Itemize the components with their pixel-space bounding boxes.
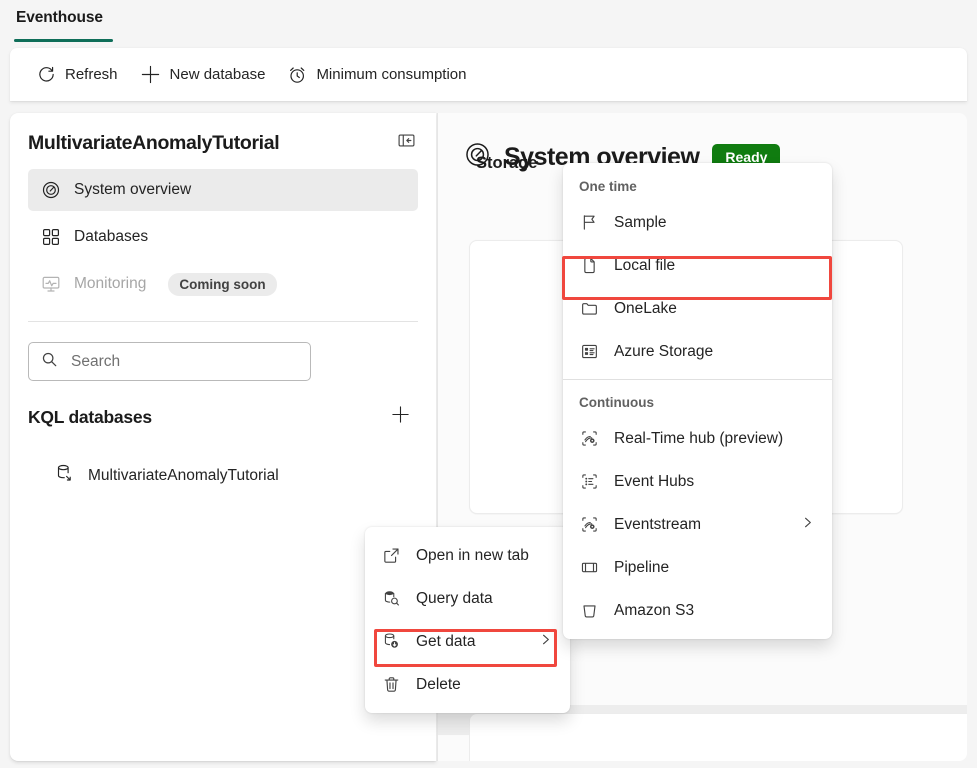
tab-active-underline (14, 39, 113, 42)
sidebar-item-databases[interactable]: Databases (28, 216, 418, 258)
get-data-submenu: One time Sample Local file OneLake Azure… (563, 163, 832, 639)
kql-database-icon (54, 463, 74, 488)
menu-item-label: OneLake (614, 299, 677, 317)
azure-storage-icon (579, 341, 600, 362)
menu-item-delete[interactable]: Delete (365, 663, 570, 706)
menu-item-get-data[interactable]: Get data (365, 620, 570, 663)
menu-item-label: Local file (614, 256, 676, 274)
menu-item-label: Delete (416, 675, 461, 693)
menu-item-label: Pipeline (614, 558, 670, 576)
sidebar-item-system-overview[interactable]: System overview (28, 169, 418, 211)
menu-item-label: Eventstream (614, 515, 702, 533)
plus-icon (140, 64, 161, 85)
trash-icon (381, 674, 402, 695)
sidebar-header: MultivariateAnomalyTutorial (10, 113, 436, 165)
submenu-group-title: One time (579, 179, 637, 194)
menu-item-label: Sample (614, 213, 667, 231)
collapse-pane-icon (397, 131, 416, 155)
add-database-button[interactable] (386, 403, 414, 431)
document-icon (579, 255, 600, 276)
menu-item-label: Query data (416, 589, 493, 607)
menu-item-label: Azure Storage (614, 342, 714, 360)
search-box[interactable] (28, 342, 311, 381)
tab-strip: Eventhouse (0, 0, 977, 46)
app-root: Eventhouse Refresh New database Minimum … (0, 0, 977, 768)
minimum-consumption-label: Minimum consumption (316, 66, 467, 83)
menu-item-pipeline[interactable]: Pipeline (563, 546, 832, 589)
kql-database-label: MultivariateAnomalyTutorial (88, 466, 279, 484)
tab-eventhouse[interactable]: Eventhouse (14, 4, 105, 36)
menu-item-eventstream[interactable]: Eventstream (563, 503, 832, 546)
search-area (10, 322, 436, 381)
refresh-icon (37, 65, 56, 84)
eventstream-icon (579, 514, 600, 535)
minimum-consumption-button[interactable]: Minimum consumption (277, 59, 476, 91)
sidebar-title: MultivariateAnomalyTutorial (28, 131, 280, 154)
chevron-right-icon (800, 515, 815, 535)
bottom-card (469, 713, 967, 761)
sidebar-item-label: Monitoring (74, 275, 147, 292)
menu-item-event-hubs[interactable]: Event Hubs (563, 460, 832, 503)
grid-icon (40, 227, 61, 248)
amazon-s3-icon (579, 600, 600, 621)
menu-item-real-time-hub[interactable]: Real-Time hub (preview) (563, 417, 832, 460)
kql-database-item[interactable]: MultivariateAnomalyTutorial (46, 457, 352, 494)
new-database-button[interactable]: New database (130, 58, 276, 91)
menu-item-label: Real-Time hub (preview) (614, 429, 784, 447)
realtime-hub-icon (579, 428, 600, 449)
new-database-label: New database (169, 66, 266, 83)
refresh-label: Refresh (65, 66, 118, 83)
storage-card-label: Storage (476, 154, 538, 172)
refresh-button[interactable]: Refresh (27, 59, 128, 90)
plus-icon (390, 404, 411, 430)
menu-item-onelake[interactable]: OneLake (563, 287, 832, 330)
sidebar-nav: System overview Databases Monitoring Com… (10, 165, 436, 305)
menu-item-sample[interactable]: Sample (563, 201, 832, 244)
get-data-icon (381, 631, 402, 652)
pipeline-icon (579, 557, 600, 578)
menu-item-azure-storage[interactable]: Azure Storage (563, 330, 832, 373)
sidebar-item-label: Databases (74, 228, 149, 245)
menu-item-label: Open in new tab (416, 546, 529, 564)
database-context-menu: Open in new tab Query data Get data Dele… (365, 527, 570, 713)
open-in-new-tab-icon (381, 545, 402, 566)
sidebar-item-monitoring: Monitoring Coming soon (28, 263, 418, 305)
kql-databases-section-header: KQL databases (10, 381, 436, 431)
menu-item-local-file[interactable]: Local file (563, 244, 832, 287)
menu-item-open-in-new-tab[interactable]: Open in new tab (365, 534, 570, 577)
command-bar: Refresh New database Minimum consumption (10, 48, 967, 101)
menu-item-label: Event Hubs (614, 472, 695, 490)
menu-item-label: Get data (416, 632, 476, 650)
collapse-pane-button[interactable] (392, 129, 420, 157)
flag-icon (579, 212, 600, 233)
submenu-group-title: Continuous (579, 395, 654, 410)
event-hubs-icon (579, 471, 600, 492)
coming-soon-badge: Coming soon (168, 272, 277, 296)
search-input[interactable] (69, 351, 298, 372)
search-icon (41, 351, 58, 373)
monitor-icon (40, 274, 61, 295)
gauge-icon (40, 180, 61, 201)
chevron-right-icon (538, 632, 553, 652)
folder-icon (579, 298, 600, 319)
menu-item-amazon-s3[interactable]: Amazon S3 (563, 589, 832, 632)
submenu-separator (563, 379, 832, 380)
menu-item-label: Amazon S3 (614, 601, 695, 619)
menu-item-query-data[interactable]: Query data (365, 577, 570, 620)
query-data-icon (381, 588, 402, 609)
sidebar-item-label: System overview (74, 181, 192, 198)
kql-databases-title: KQL databases (28, 406, 152, 427)
alarm-clock-icon (287, 65, 307, 85)
